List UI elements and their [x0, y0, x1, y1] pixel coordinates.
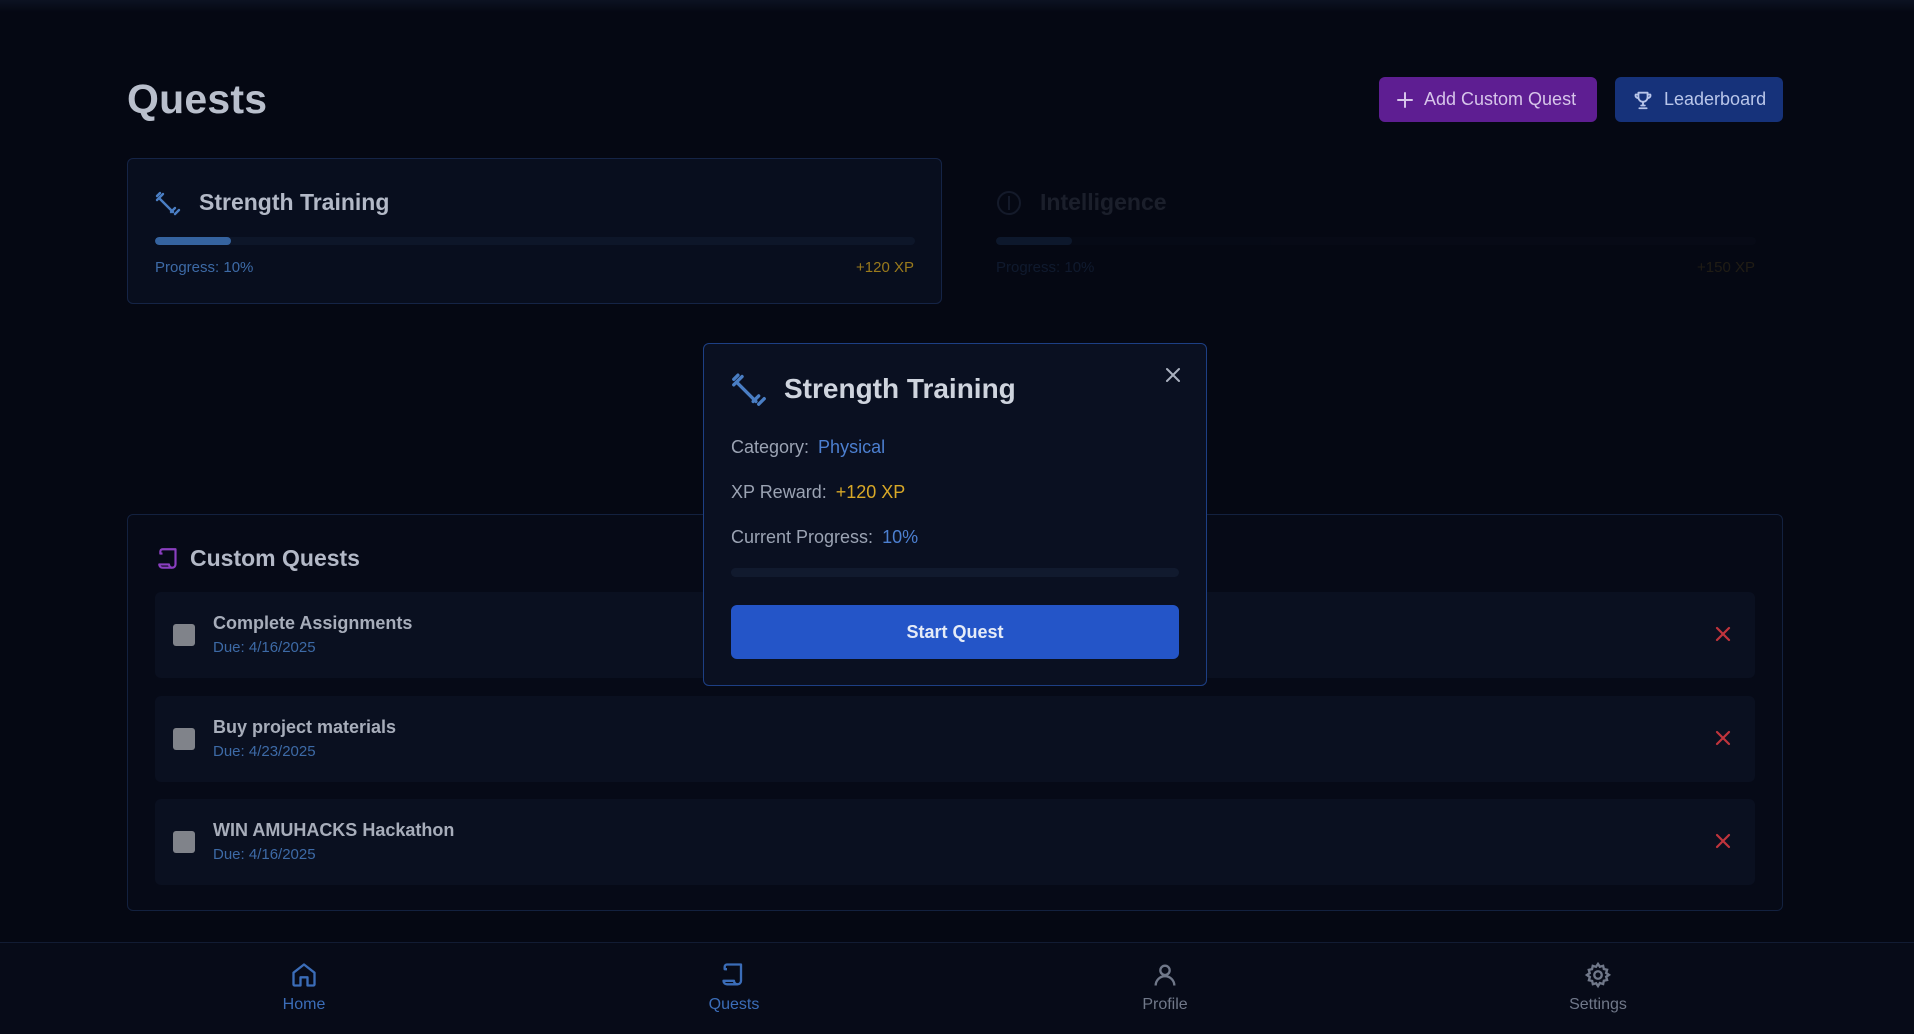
- nav-home-label: Home: [282, 996, 326, 1013]
- current-progress-label: Current Progress:: [731, 527, 874, 547]
- quest-detail-modal: Strength Training Category: Physical XP …: [703, 343, 1207, 686]
- xp-reward-value: +120 XP: [835, 482, 906, 502]
- scroll-icon: [722, 963, 743, 986]
- gear-icon: [1584, 961, 1612, 989]
- nav-profile[interactable]: Profile: [1085, 961, 1245, 1014]
- home-icon: [292, 963, 316, 987]
- close-button[interactable]: [1160, 362, 1186, 388]
- close-icon: [1166, 368, 1180, 382]
- start-quest-button[interactable]: Start Quest: [731, 605, 1179, 659]
- xp-reward-label: XP Reward:: [731, 482, 827, 502]
- category-label: Category:: [731, 437, 810, 457]
- nav-profile-label: Profile: [1142, 996, 1188, 1013]
- quests-page: Quests Add Custom Quest Leaderboard Stre…: [0, 0, 1914, 1034]
- nav-settings[interactable]: Settings: [1518, 961, 1678, 1014]
- category-row: Category: Physical: [731, 437, 885, 458]
- modal-progress-fill: [731, 568, 776, 577]
- current-progress-row: Current Progress: 10%: [731, 527, 918, 548]
- dumbbell-icon: [732, 373, 766, 406]
- nav-quests[interactable]: Quests: [654, 961, 814, 1014]
- xp-reward-row: XP Reward: +120 XP: [731, 482, 905, 503]
- bottom-navigation: Home Quests Profile Settings: [0, 942, 1914, 1034]
- user-icon: [1154, 964, 1176, 986]
- nav-settings-label: Settings: [1569, 996, 1627, 1013]
- nav-home[interactable]: Home: [224, 961, 384, 1014]
- modal-progress-bar: [731, 568, 1179, 577]
- category-value: Physical: [818, 437, 886, 457]
- modal-title: Strength Training: [784, 373, 1016, 404]
- nav-quests-label: Quests: [708, 996, 760, 1013]
- current-progress-value: 10%: [882, 527, 919, 547]
